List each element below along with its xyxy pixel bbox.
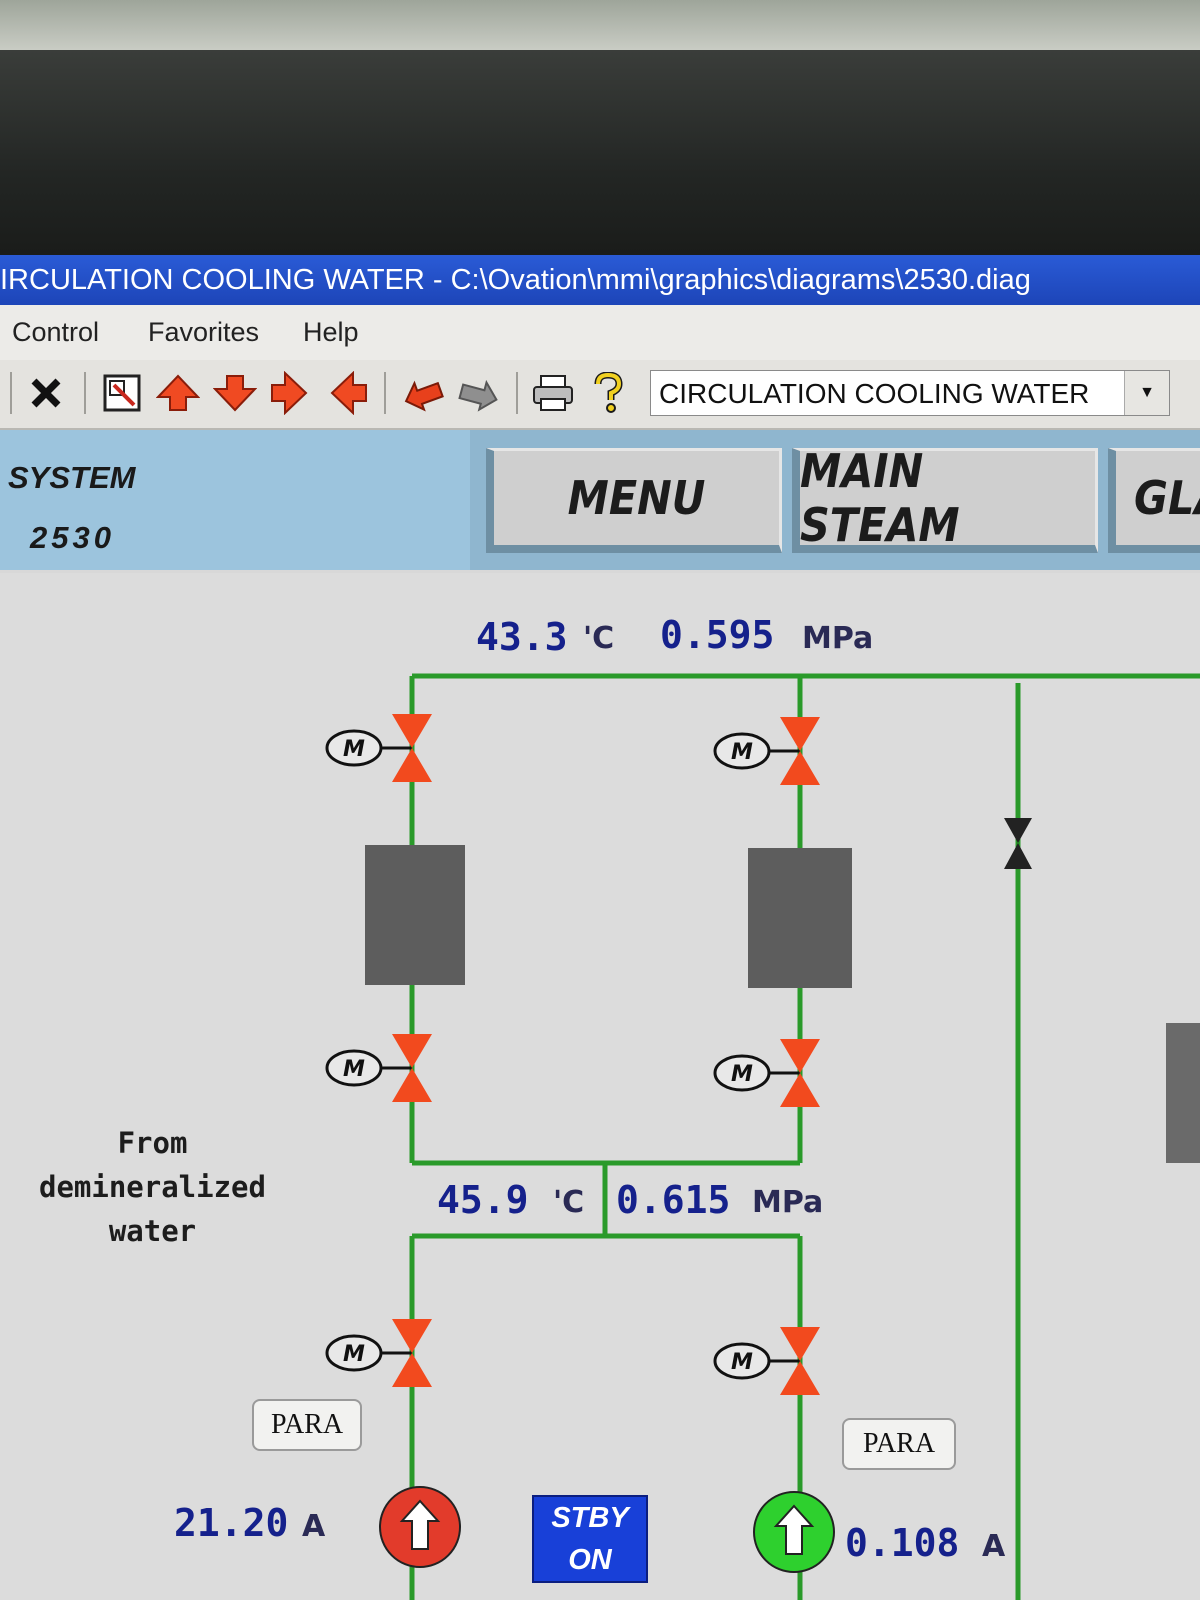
mid-header-temperature: 45.9 xyxy=(437,1178,529,1222)
toolbar-separator xyxy=(84,372,86,414)
arrow-down-icon[interactable] xyxy=(212,370,258,416)
toolbar: CIRCULATION COOLING WATER ▼ xyxy=(0,360,1200,430)
menu-item-favorites[interactable]: Favorites xyxy=(148,305,259,360)
arrow-up-icon[interactable] xyxy=(155,370,201,416)
partial-equipment xyxy=(1166,1023,1200,1163)
system-title-panel: SYSTEM 2530 xyxy=(0,430,470,570)
svg-text:M: M xyxy=(343,1057,365,1082)
right-pump-current: 0.108 xyxy=(845,1521,960,1565)
forward-icon[interactable] xyxy=(456,370,502,416)
application-window: IRCULATION COOLING WATER - C:\Ovation\mm… xyxy=(0,255,1200,1600)
motor-valve-3[interactable]: M xyxy=(324,1032,440,1104)
standby-line-2: ON xyxy=(568,1544,612,1576)
close-icon[interactable] xyxy=(26,370,66,416)
left-cooler xyxy=(365,845,465,985)
top-header-pressure-unit: MPa xyxy=(802,621,874,656)
mid-header-pressure-unit: MPa xyxy=(752,1185,824,1220)
left-pump-para-button[interactable]: PARA xyxy=(252,1399,362,1451)
main-steam-button[interactable]: MAIN STEAM xyxy=(792,444,1098,553)
toolbar-separator xyxy=(384,372,386,414)
svg-text:M: M xyxy=(343,737,365,762)
gland-button[interactable]: GLA xyxy=(1108,448,1200,553)
toolbar-separator xyxy=(516,372,518,414)
right-pump-current-unit: A xyxy=(982,1529,1006,1564)
menu-item-help[interactable]: Help xyxy=(303,305,359,360)
motor-valve-5[interactable]: M xyxy=(324,1317,440,1389)
back-icon[interactable] xyxy=(400,370,446,416)
source-label: From demineralized water xyxy=(39,1126,266,1248)
monitor-top-background xyxy=(0,0,1200,50)
pipe-schematic xyxy=(365,673,1200,1600)
system-label: SYSTEM xyxy=(8,460,136,495)
top-header-pressure: 0.595 xyxy=(660,613,775,657)
process-diagram: M M M M M M 43.3 'C 0.595 MPa 45.9 'C 0.615 M… xyxy=(0,573,1200,1600)
arrow-left-icon[interactable] xyxy=(328,370,370,416)
menu-bar: Control Favorites Help xyxy=(0,305,1200,360)
window-title-bar: IRCULATION COOLING WATER - C:\Ovation\mm… xyxy=(0,255,1200,305)
menu-button[interactable]: MENU xyxy=(486,448,782,553)
svg-text:M: M xyxy=(731,1350,753,1375)
right-pump[interactable] xyxy=(752,1490,836,1574)
svg-text:M: M xyxy=(731,1062,753,1087)
left-pump-current-unit: A xyxy=(302,1509,326,1544)
monitor-bezel xyxy=(0,50,1200,255)
help-icon[interactable] xyxy=(590,370,626,416)
diagram-number: 2530 xyxy=(30,520,115,555)
print-icon[interactable] xyxy=(530,370,576,416)
diagram-select[interactable]: CIRCULATION COOLING WATER ▼ xyxy=(650,370,1170,416)
pump-arrow-up-icon xyxy=(753,1491,835,1573)
pump-arrow-up-icon xyxy=(379,1486,461,1568)
window-title: IRCULATION COOLING WATER - C:\Ovation\mm… xyxy=(0,264,1031,296)
svg-text:M: M xyxy=(731,740,753,765)
chevron-down-icon[interactable]: ▼ xyxy=(1124,371,1169,415)
mid-header-temperature-unit: 'C xyxy=(553,1185,585,1220)
zoom-window-icon[interactable] xyxy=(100,370,144,416)
top-header-temperature: 43.3 xyxy=(476,615,568,659)
menu-item-control[interactable]: Control xyxy=(12,305,99,360)
motor-valve-1[interactable]: M xyxy=(324,712,440,784)
arrow-right-icon[interactable] xyxy=(268,370,310,416)
toolbar-separator xyxy=(10,372,12,414)
standby-line-1: STBY xyxy=(551,1502,629,1534)
standby-status-button[interactable]: STBY ON xyxy=(532,1495,648,1583)
left-pump[interactable] xyxy=(378,1485,462,1569)
motor-valve-4[interactable]: M xyxy=(712,1037,828,1109)
motor-valve-6[interactable]: M xyxy=(712,1325,828,1397)
right-pump-para-button[interactable]: PARA xyxy=(842,1418,956,1470)
diagram-select-value: CIRCULATION COOLING WATER xyxy=(659,378,1090,409)
top-header-temperature-unit: 'C xyxy=(583,621,615,656)
diagram-header: SYSTEM 2530 MENU MAIN STEAM GLA xyxy=(0,430,1200,570)
motor-valve-2[interactable]: M xyxy=(712,715,828,787)
right-cooler xyxy=(748,848,852,988)
manual-valve-icon xyxy=(1004,818,1032,869)
svg-text:M: M xyxy=(343,1342,365,1367)
left-pump-current: 21.20 xyxy=(174,1501,289,1545)
mid-header-pressure: 0.615 xyxy=(616,1178,731,1222)
